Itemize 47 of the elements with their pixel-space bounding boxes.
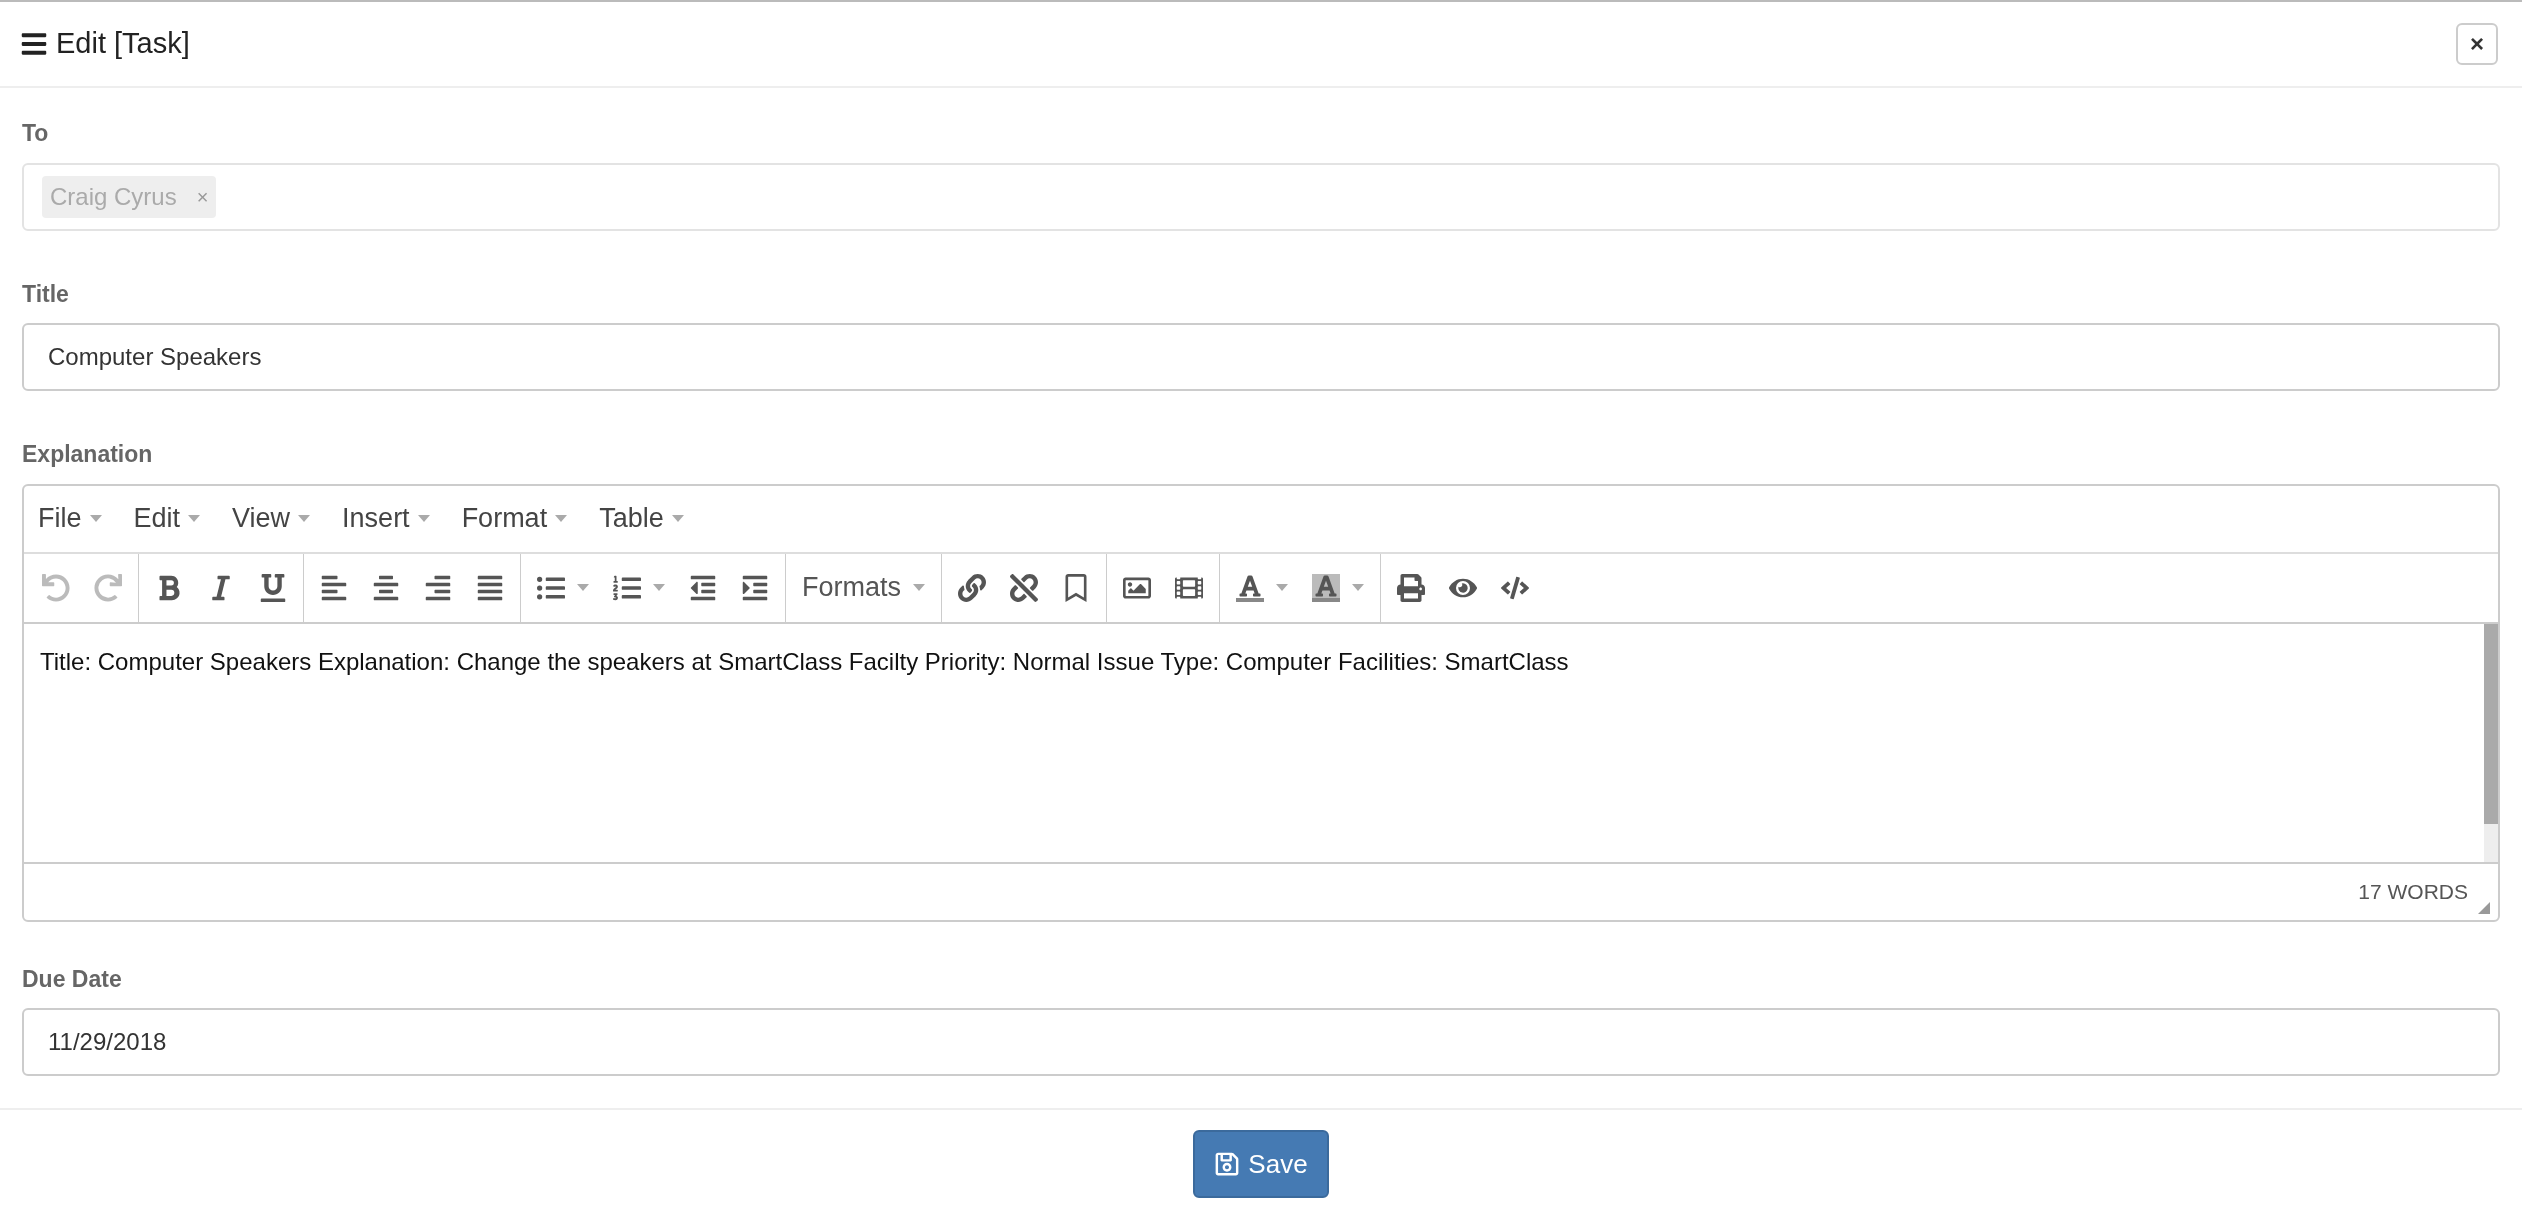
caret-icon [1352, 584, 1364, 591]
caret-icon [1276, 584, 1288, 591]
highlight-icon [1312, 573, 1340, 602]
menu-item[interactable]: File [32, 498, 108, 539]
caret-icon [577, 584, 589, 591]
formats-dropdown[interactable]: Formats [790, 563, 937, 612]
undo-icon [42, 573, 70, 602]
indent-icon [741, 573, 769, 602]
caret-icon [89, 515, 102, 522]
align-left-icon [320, 573, 348, 602]
menu-item[interactable]: View [226, 498, 317, 539]
align-center-icon [372, 573, 400, 602]
print-icon [1397, 573, 1425, 602]
caret-icon [555, 515, 568, 522]
save-button[interactable]: Save [1193, 1130, 1329, 1198]
link-icon [958, 573, 986, 602]
caret-icon [653, 584, 665, 591]
due-date-input[interactable]: 11/29/2018 [22, 1008, 2500, 1076]
broken-link-icon [1010, 573, 1038, 602]
numbered-list-icon [613, 573, 641, 602]
word-count: 17 WORDS [2358, 878, 2468, 905]
menu-item[interactable]: Insert [336, 498, 436, 539]
justify-icon [476, 573, 504, 602]
align-right-icon [424, 573, 452, 602]
font-color-icon [1236, 573, 1264, 602]
caret-icon [188, 515, 201, 522]
menu-icon [20, 30, 48, 58]
recipient-name: Craig Cyrus [50, 181, 177, 212]
field-label: Title [22, 279, 70, 309]
redo-icon [94, 573, 122, 602]
menu-item[interactable]: Table [593, 498, 690, 539]
outdent-icon [689, 573, 717, 602]
menu-item[interactable]: Format [455, 498, 574, 539]
menu-item[interactable]: Edit [127, 498, 207, 539]
field-label: To [22, 119, 50, 148]
close-button[interactable]: × [2456, 23, 2498, 65]
field-label: Explanation [22, 440, 154, 469]
caret-icon [417, 515, 430, 522]
title-input[interactable]: Computer Speakers [22, 323, 2500, 391]
caret-icon [913, 584, 925, 591]
caret-icon [298, 515, 311, 522]
dialog-title: Edit [Task] [56, 26, 190, 62]
underline-icon [259, 573, 287, 602]
editor-content[interactable]: Title: Computer Speakers Explanation: Change the speakers at SmartClass Facilty Priority: Normal Issue Type: Computer Facilities: SmartClass [24, 623, 2484, 862]
save-icon [1214, 1151, 1241, 1177]
field-label: Due Date [22, 964, 123, 994]
caret-icon [671, 515, 684, 522]
